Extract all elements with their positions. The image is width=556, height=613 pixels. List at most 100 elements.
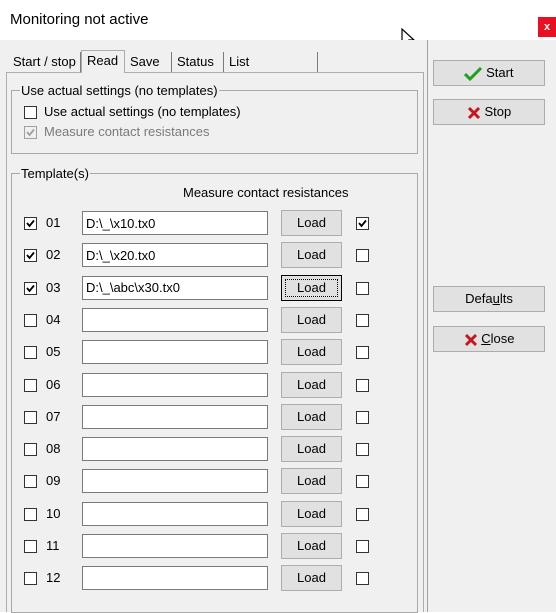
stop-button[interactable]: Stop <box>433 99 545 125</box>
template-enable-checkbox[interactable] <box>24 346 37 360</box>
template-path-input[interactable] <box>82 437 268 462</box>
pane-divider <box>427 40 428 612</box>
template-number: 05 <box>46 344 61 360</box>
actual-settings-group: Use actual settings (no templates) Use a… <box>11 83 418 154</box>
template-path-input[interactable] <box>82 404 268 429</box>
load-template-button[interactable]: Load <box>281 339 342 366</box>
title-bar: Monitoring not active x <box>0 0 556 49</box>
checkmark-icon <box>26 128 35 137</box>
template-measure-contact-checkbox[interactable] <box>356 378 369 392</box>
dialog-client-area: Start / stop Read Save Status List Use a… <box>0 40 556 613</box>
template-path-input[interactable] <box>82 211 268 235</box>
template-measure-contact-checkbox[interactable] <box>356 249 369 263</box>
template-row: 09 Load <box>12 468 417 495</box>
use-actual-settings-checkbox[interactable] <box>24 106 37 119</box>
focus-rectangle <box>285 278 338 297</box>
tab-start-stop[interactable]: Start / stop <box>8 52 81 72</box>
template-enable-checkbox[interactable] <box>24 217 37 230</box>
load-template-button[interactable]: Load <box>281 468 342 495</box>
template-number: 06 <box>46 376 61 392</box>
template-measure-contact-checkbox[interactable] <box>356 410 369 424</box>
template-path-input[interactable] <box>82 275 268 300</box>
template-number: 08 <box>46 441 61 457</box>
template-enable-checkbox[interactable] <box>24 378 37 392</box>
template-number: 12 <box>46 570 61 586</box>
template-path-input[interactable] <box>82 243 268 268</box>
template-enable-checkbox[interactable] <box>24 475 37 489</box>
tab-status[interactable]: Status <box>172 52 224 72</box>
load-template-button[interactable]: Load <box>281 565 342 592</box>
green-check-icon <box>464 66 483 81</box>
load-template-button[interactable]: Load <box>281 274 342 301</box>
load-template-button[interactable]: Load <box>281 306 342 333</box>
template-measure-contact-checkbox[interactable] <box>356 475 369 489</box>
templates-group: Template(s) Measure contact resistances … <box>11 166 418 613</box>
tab-read[interactable]: Read <box>81 50 125 73</box>
template-row: 12 Load <box>12 565 417 592</box>
template-measure-contact-checkbox[interactable] <box>356 540 369 553</box>
checkmark-icon <box>26 284 35 293</box>
template-enable-checkbox[interactable] <box>24 410 37 424</box>
template-number: 07 <box>46 408 61 424</box>
template-number: 01 <box>46 215 61 230</box>
template-enable-checkbox[interactable] <box>24 281 37 295</box>
template-enable-checkbox[interactable] <box>24 443 37 457</box>
template-number: 09 <box>46 473 61 489</box>
template-row: 05 Load <box>12 339 417 366</box>
template-path-input[interactable] <box>82 566 268 591</box>
template-measure-contact-checkbox[interactable] <box>356 313 369 327</box>
template-row: 06 Load <box>12 371 417 398</box>
template-path-input[interactable] <box>82 469 268 494</box>
load-template-button[interactable]: Load <box>281 371 342 398</box>
use-actual-settings-label: Use actual settings (no templates) <box>44 104 241 119</box>
template-row: 07 Load <box>12 403 417 430</box>
template-enable-checkbox[interactable] <box>24 540 37 553</box>
template-enable-checkbox[interactable] <box>24 572 37 586</box>
template-measure-contact-checkbox[interactable] <box>356 572 369 586</box>
close-window-button[interactable]: x <box>538 17 556 37</box>
template-measure-contact-checkbox[interactable] <box>356 217 369 230</box>
template-path-input[interactable] <box>82 307 268 332</box>
template-number: 11 <box>46 538 60 553</box>
load-template-button[interactable]: Load <box>281 242 342 269</box>
template-enable-checkbox[interactable] <box>24 249 37 263</box>
measure-contact-column-header: Measure contact resistances <box>183 185 349 200</box>
template-number: 04 <box>46 311 61 327</box>
load-template-button[interactable]: Load <box>281 436 342 463</box>
measure-contact-actual-checkbox[interactable] <box>24 126 37 139</box>
template-path-input[interactable] <box>82 501 268 526</box>
checkmark-icon <box>26 252 35 260</box>
red-x-icon <box>467 106 480 119</box>
defaults-button[interactable]: Defaults <box>433 286 545 312</box>
load-template-button[interactable]: Load <box>281 403 342 430</box>
template-measure-contact-checkbox[interactable] <box>356 281 369 295</box>
start-button[interactable]: Start <box>433 60 545 86</box>
template-path-input[interactable] <box>82 340 268 365</box>
template-enable-checkbox[interactable] <box>24 507 37 521</box>
template-enable-checkbox[interactable] <box>24 313 37 327</box>
template-row: 11 Load <box>12 533 417 559</box>
template-row: 01 Load <box>12 210 417 236</box>
template-row: 02 Load <box>12 242 417 269</box>
template-row: 04 Load <box>12 306 417 333</box>
load-template-button[interactable]: Load <box>281 210 342 236</box>
checkmark-icon <box>358 219 367 228</box>
template-row: 10 Load <box>12 500 417 527</box>
template-number: 10 <box>46 505 61 521</box>
checkmark-icon <box>26 219 35 228</box>
template-number: 02 <box>46 247 61 263</box>
load-template-button[interactable]: Load <box>281 500 342 527</box>
close-button[interactable]: Close <box>433 326 545 352</box>
template-measure-contact-checkbox[interactable] <box>356 346 369 360</box>
load-template-button[interactable]: Load <box>281 533 342 559</box>
window-title: Monitoring not active <box>10 11 149 28</box>
template-measure-contact-checkbox[interactable] <box>356 507 369 521</box>
read-tab-panel: Use actual settings (no templates) Use a… <box>6 72 424 613</box>
tab-list[interactable]: List <box>224 52 318 72</box>
tab-save[interactable]: Save <box>125 52 172 72</box>
template-measure-contact-checkbox[interactable] <box>356 443 369 457</box>
template-path-input[interactable] <box>82 534 268 558</box>
templates-legend: Template(s) <box>20 166 90 181</box>
template-row: 08 Load <box>12 436 417 463</box>
template-path-input[interactable] <box>82 372 268 397</box>
